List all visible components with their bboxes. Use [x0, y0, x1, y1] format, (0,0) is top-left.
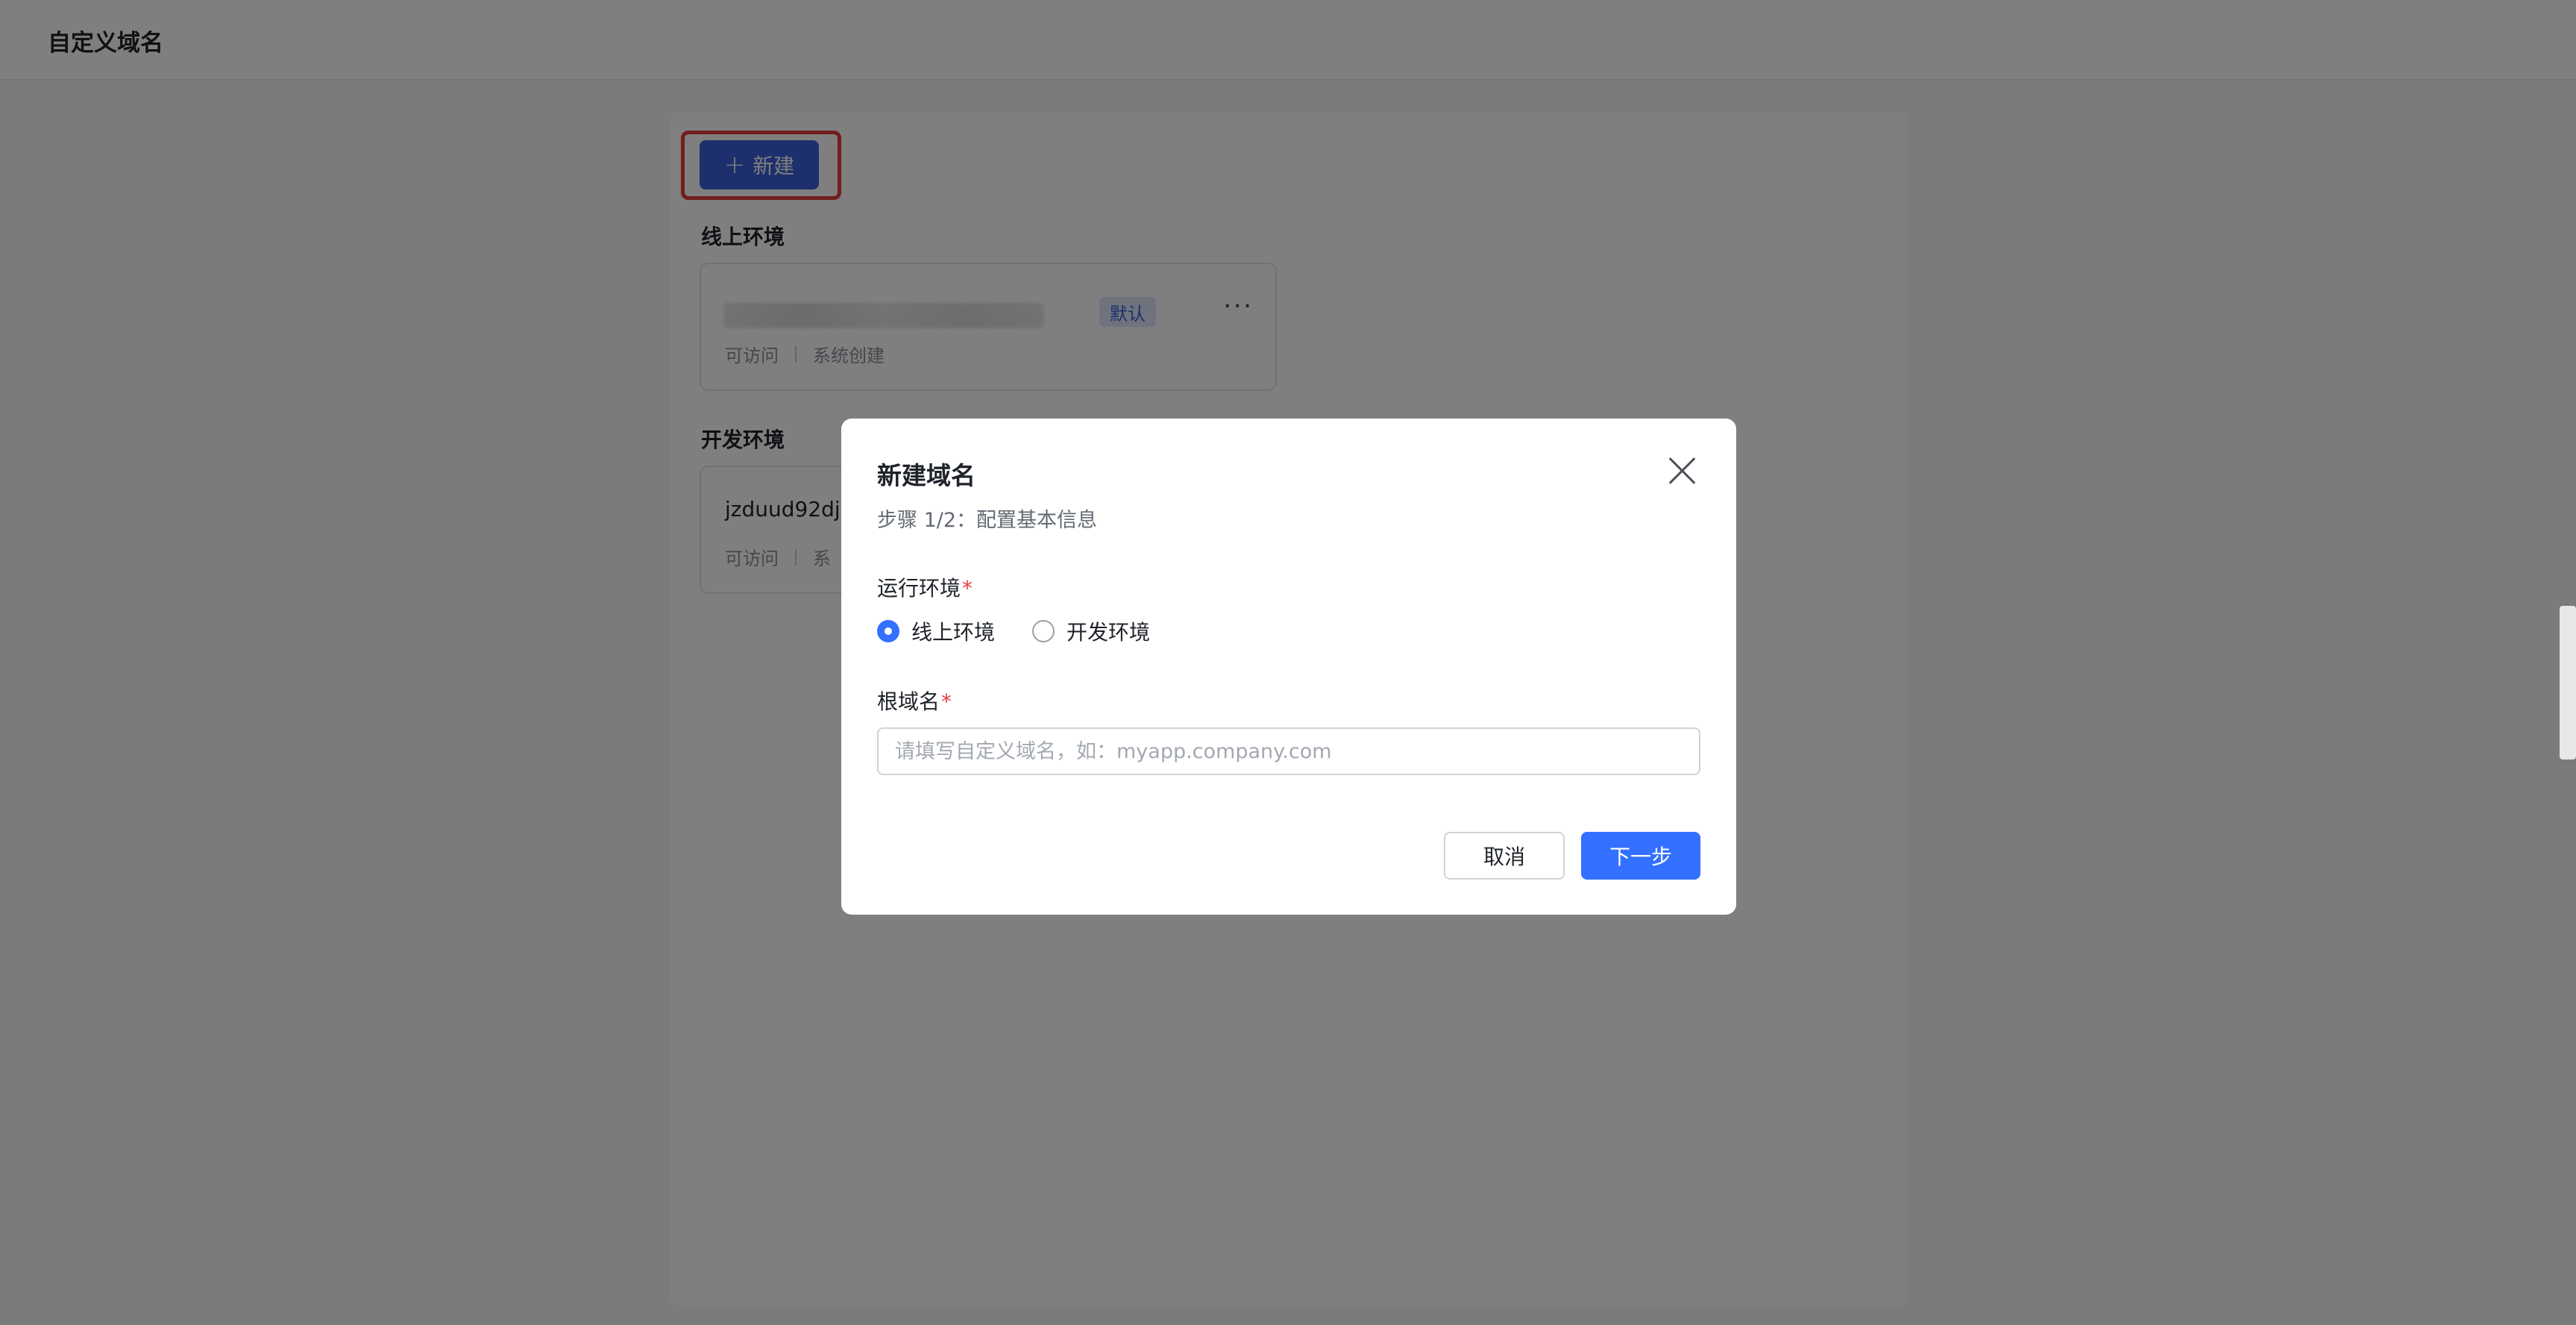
cancel-button[interactable]: 取消	[1444, 832, 1565, 880]
required-mark: *	[941, 689, 952, 714]
root-domain-field-label: 根域名*	[877, 686, 952, 715]
radio-online-env[interactable]: 线上环境	[877, 616, 995, 646]
required-mark: *	[962, 576, 973, 601]
root-domain-input[interactable]	[877, 727, 1700, 775]
close-icon[interactable]	[1668, 456, 1697, 486]
dialog-step-subtitle: 步骤 1/2：配置基本信息	[877, 509, 1098, 532]
radio-checked-icon	[877, 620, 899, 642]
new-domain-dialog: 新建域名 步骤 1/2：配置基本信息 运行环境* 线上环境 开发环境 根域名* …	[841, 419, 1736, 915]
root-domain-label-text: 根域名	[877, 689, 940, 714]
env-field-label: 运行环境*	[877, 572, 973, 602]
radio-dev-env[interactable]: 开发环境	[1032, 616, 1150, 646]
next-step-button[interactable]: 下一步	[1581, 832, 1700, 880]
dialog-title: 新建域名	[877, 461, 976, 490]
radio-online-label: 线上环境	[911, 620, 996, 645]
radio-dev-label: 开发环境	[1066, 620, 1151, 645]
env-label-text: 运行环境	[877, 576, 961, 601]
scrollbar-thumb[interactable]	[2560, 606, 2576, 759]
radio-unchecked-icon	[1032, 620, 1055, 642]
